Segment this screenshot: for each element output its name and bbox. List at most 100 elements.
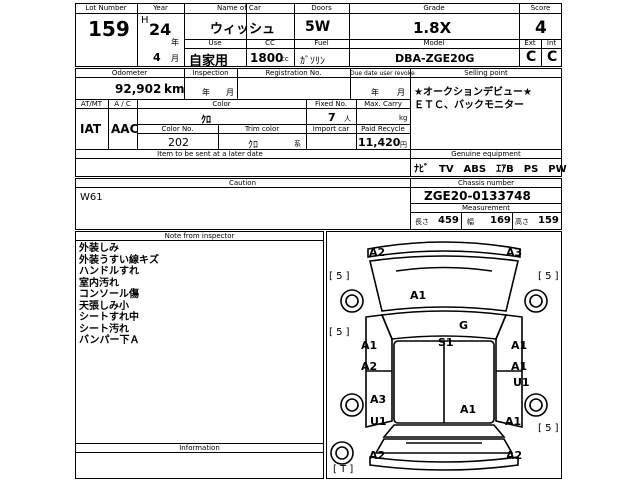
tire-rl-label: [ 5 ] [329,327,350,338]
paid-recycle-label: Paid Recycle [361,125,405,133]
tire-rr-value: 5 [545,423,552,434]
year-value: 24 [149,20,172,39]
note-line: 外装うすい線キズ [79,254,159,266]
int-label: Int [546,39,557,47]
doors-label: Doors [311,4,332,12]
code-right-front-door: A1 [511,339,528,352]
year-era: H [141,15,149,26]
code-windshield: G [459,319,469,332]
odometer-unit: km [164,82,185,96]
code-front-right: A3 [506,246,523,259]
month-value: 4 [153,51,161,64]
notes-label: Note from inspector [164,232,235,240]
color-value: ｸﾛ [201,115,211,126]
width-value: 169 [490,215,511,226]
model-value: DBA-ZGE20G [395,52,475,65]
model-label: Model [423,39,445,47]
name-label: Name of Car [217,4,261,12]
code-rear-bumper-right: A2 [506,449,523,462]
fixed-no-unit: 人 [344,115,351,123]
code-right-rear-door-u: U1 [513,376,530,389]
due-date-label: Due date user revoke [350,70,415,77]
score-value: 4 [535,18,547,38]
max-carry-unit: kg [399,114,408,122]
cc-unit: cc [281,55,289,63]
note-line: ハンドルすれ [79,266,139,277]
code-left-rear-u: U1 [370,415,387,428]
note-line: 室内汚れ [79,277,119,289]
note-line: バンパー下Ａ [79,335,140,346]
tire-rl-value: 5 [336,327,343,338]
code-interior: S1 [438,336,454,349]
tire-rr-label: [ 5 ] [538,423,559,434]
inspection-year-unit: 年 [202,88,210,97]
chassis-number-value: ZGE20-0133748 [424,189,531,203]
cc-value: 1800 [250,51,284,65]
width-label: 幅 [467,218,474,226]
tire-fl-label: [ 5 ] [329,271,350,282]
note-line: シート汚れ [79,323,129,335]
height-value: 159 [538,215,559,226]
doors-value: 5W [305,19,331,35]
use-label: Use [208,39,222,47]
length-label: 長さ [415,218,429,226]
code-left-front-door: A1 [361,339,378,352]
code-hood: A1 [410,289,427,302]
due-year-unit: 年 [371,88,379,97]
caution-value: W61 [80,192,103,203]
selling-point-label: Selling point [464,69,508,77]
color-no-value: 202 [168,136,189,149]
code-front-left: A2 [369,246,386,259]
score-label: Score [530,4,551,12]
information-label: Information [179,444,220,452]
code-rear-bumper-left: A2 [369,449,386,462]
inspection-month-unit: 月 [226,88,234,97]
odometer-value: 92,902 [115,82,162,96]
note-line: 外装しみ [79,243,119,254]
ext-value: C [526,49,537,65]
genuine-equipment-value: ﾅﾋﾞ TV ABS ｴｱB PS PW [414,164,567,175]
later-date-label: Item to be sent at a later date [157,150,263,158]
inspector-notes: 外装しみ 外装うすい線キズ ハンドルすれ 室内汚れ コンソール傷 天張しみ小 シ… [79,243,159,347]
code-left-rear: A3 [370,393,387,406]
paid-recycle-unit: 円 [400,141,407,149]
fuel-label: Fuel [314,39,329,47]
chassis-number-label: Chassis number [457,179,515,187]
tire-fr-label: [ 5 ] [538,271,559,282]
int-value: C [547,49,558,65]
import-car-label: Import car [312,125,350,133]
ac-value: AAC [111,122,139,136]
spare-tire-label: [ T ] [333,464,354,475]
max-carry-label: Max. Carry [364,100,402,108]
ac-label: A / C [114,100,131,108]
trim-color-value: ｸﾛ [248,140,258,151]
color-no-label: Color No. [161,125,194,133]
tire-fl-value: 5 [336,271,343,282]
spare-tire-value: T [340,464,347,475]
lot-number: 159 [88,17,130,41]
name-value: ウィッシュ [210,22,276,37]
registration-label: Registration No. [265,69,322,77]
fuel-value: ｶﾞｿﾘﾝ [300,56,325,67]
measurement-label: Measurement [461,204,511,212]
code-right-rear-quarter: A1 [505,415,522,428]
tire-fr-value: 5 [545,271,552,282]
month-unit: 月 [171,54,179,63]
grade-value: 1.8X [413,19,452,37]
paid-recycle-value: 11,420 [358,136,401,149]
car-diagram [330,241,548,471]
fixed-no-label: Fixed No. [315,100,347,108]
note-line: 天張しみ小 [79,300,129,312]
caution-label: Caution [228,179,257,187]
year-unit: 年 [171,38,179,47]
code-left-rear-door: A2 [361,360,378,373]
odometer-label: Odometer [111,69,148,77]
fixed-no-value: 7 [328,111,336,124]
year-label: Year [153,4,168,12]
height-label: 高さ [515,218,529,226]
code-rear-gate: A1 [460,403,477,416]
lot-number-label: Lot Number [85,4,127,12]
note-line: シートすれ中 [79,312,139,323]
inspection-label: Inspection [192,69,229,77]
use-value: 自家用 [189,54,229,69]
